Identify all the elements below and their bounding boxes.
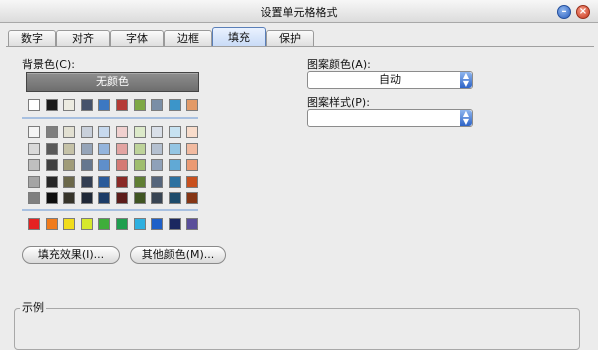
pattern-color-value: 自动 [379, 73, 401, 86]
color-swatch[interactable] [169, 142, 181, 155]
color-swatch[interactable] [169, 175, 181, 188]
no-color-button[interactable]: 无颜色 [26, 72, 199, 92]
color-swatch[interactable] [134, 175, 146, 188]
color-swatch[interactable] [63, 218, 75, 230]
color-swatch[interactable] [186, 175, 198, 188]
palette-divider [22, 209, 198, 211]
color-swatch[interactable] [151, 175, 163, 188]
more-colors-button[interactable]: 其他颜色(M)... [130, 246, 226, 264]
palette-divider [22, 117, 198, 119]
color-swatch[interactable] [98, 126, 110, 138]
updown-arrow-icon: ▲ ▼ [460, 72, 472, 88]
color-swatch[interactable] [28, 175, 40, 188]
color-swatch[interactable] [46, 142, 58, 155]
color-swatch[interactable] [98, 142, 110, 155]
color-swatch[interactable] [186, 218, 198, 230]
color-swatch[interactable] [151, 192, 163, 205]
color-swatch[interactable] [116, 175, 128, 188]
color-swatch[interactable] [63, 175, 75, 188]
color-swatch[interactable] [28, 142, 40, 155]
color-swatch[interactable] [98, 218, 110, 230]
color-swatch[interactable] [63, 192, 75, 205]
color-swatch[interactable] [116, 126, 128, 138]
color-swatch[interactable] [186, 192, 198, 205]
color-swatch[interactable] [134, 142, 146, 155]
color-swatch[interactable] [186, 126, 198, 138]
tab-fill[interactable]: 填充 [212, 27, 266, 47]
title-bar: 设置单元格格式 – × [0, 0, 598, 23]
color-swatch[interactable] [134, 99, 146, 111]
color-swatch[interactable] [186, 142, 198, 155]
pattern-color-select[interactable]: 自动 ▲ ▼ [307, 71, 473, 89]
color-swatch[interactable] [169, 99, 181, 111]
tab-number[interactable]: 数字 [8, 30, 56, 47]
color-swatch[interactable] [169, 126, 181, 138]
color-swatch[interactable] [116, 218, 128, 230]
fill-effects-button[interactable]: 填充效果(I)... [22, 246, 120, 264]
window-title: 设置单元格格式 [260, 6, 338, 19]
color-swatch[interactable] [46, 175, 58, 188]
color-swatch[interactable] [151, 99, 163, 111]
color-swatch[interactable] [116, 142, 128, 155]
color-swatch[interactable] [46, 99, 58, 111]
color-swatch[interactable] [81, 218, 93, 230]
pattern-color-label: 图案颜色(A): [307, 58, 371, 71]
color-swatch[interactable] [169, 218, 181, 230]
color-swatch[interactable] [116, 99, 128, 111]
color-swatch[interactable] [81, 99, 93, 111]
updown-arrow-icon: ▲ ▼ [460, 110, 472, 126]
color-swatch[interactable] [81, 192, 93, 205]
color-swatch[interactable] [98, 99, 110, 111]
sample-label: 示例 [20, 299, 46, 315]
color-swatch[interactable] [98, 175, 110, 188]
color-swatch[interactable] [134, 218, 146, 230]
color-swatch[interactable] [169, 159, 181, 172]
tab-font[interactable]: 字体 [110, 30, 164, 47]
color-swatch[interactable] [63, 159, 75, 172]
tab-border[interactable]: 边框 [164, 30, 212, 47]
color-swatch[interactable] [81, 142, 93, 155]
color-swatch[interactable] [186, 99, 198, 111]
pattern-style-select[interactable]: ▲ ▼ [307, 109, 473, 127]
color-swatch[interactable] [116, 159, 128, 172]
color-swatch[interactable] [169, 192, 181, 205]
color-swatch[interactable] [46, 126, 58, 138]
color-swatch[interactable] [134, 192, 146, 205]
tab-protection[interactable]: 保护 [266, 30, 314, 47]
color-swatch[interactable] [151, 218, 163, 230]
color-swatch[interactable] [28, 99, 40, 111]
color-swatch[interactable] [98, 192, 110, 205]
color-swatch[interactable] [134, 159, 146, 172]
color-swatch[interactable] [46, 159, 58, 172]
background-color-label: 背景色(C): [22, 58, 75, 71]
color-swatch[interactable] [63, 99, 75, 111]
color-swatch[interactable] [28, 192, 40, 205]
close-icon[interactable]: × [576, 5, 590, 19]
color-swatch[interactable] [81, 159, 93, 172]
color-swatch[interactable] [81, 126, 93, 138]
color-swatch[interactable] [151, 159, 163, 172]
color-swatch[interactable] [81, 175, 93, 188]
color-swatch[interactable] [134, 126, 146, 138]
color-swatch[interactable] [151, 142, 163, 155]
color-swatch[interactable] [63, 142, 75, 155]
pattern-style-label: 图案样式(P): [307, 96, 370, 109]
color-swatch[interactable] [116, 192, 128, 205]
color-swatch[interactable] [186, 159, 198, 172]
sample-box [14, 308, 580, 350]
color-swatch[interactable] [28, 218, 40, 230]
color-swatch[interactable] [46, 218, 58, 230]
color-swatch[interactable] [46, 192, 58, 205]
color-swatch[interactable] [28, 159, 40, 172]
tab-alignment[interactable]: 对齐 [56, 30, 110, 47]
color-swatch[interactable] [28, 126, 40, 138]
color-swatch[interactable] [151, 126, 163, 138]
color-swatch[interactable] [63, 126, 75, 138]
color-swatch[interactable] [98, 159, 110, 172]
minimize-icon[interactable]: – [557, 5, 571, 19]
